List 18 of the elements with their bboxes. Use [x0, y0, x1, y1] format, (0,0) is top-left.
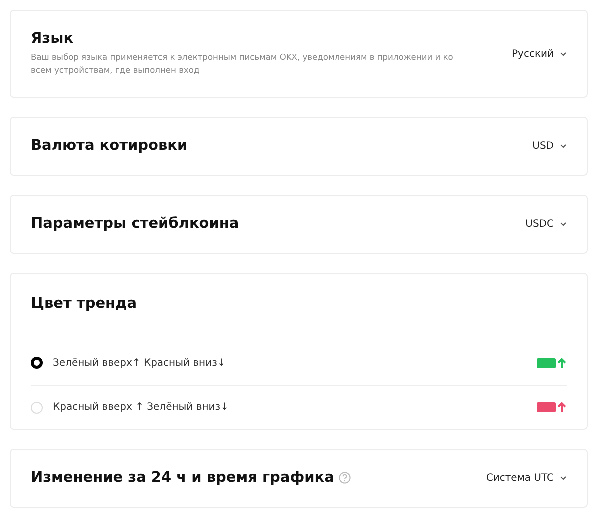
- setting-description: Ваш выбор языка применяется к электронным письмам OKX, уведомлениям в приложении и ко всем устройствам, где выполнен вход: [31, 51, 454, 78]
- setting-title: Язык: [31, 30, 75, 48]
- setting-title: Изменение за 24 ч и время графика: [31, 470, 352, 488]
- setting-title: Цвет тренда: [31, 295, 138, 314]
- option-label: Зелёный вверх↑ Красный вниз↓: [53, 356, 227, 371]
- caret-icon: [560, 52, 567, 56]
- setting-title: Валюта котировки: [31, 138, 188, 156]
- setting-dropdown[interactable]: USDC: [526, 217, 567, 232]
- setting-dropdown[interactable]: Система UTC: [486, 471, 567, 486]
- caret-icon: [560, 476, 567, 482]
- help-icon[interactable]: [339, 472, 352, 484]
- setting-dropdown[interactable]: USD: [532, 139, 567, 154]
- setting-title: Параметры стейблкоина: [31, 216, 240, 234]
- radio-button[interactable]: [31, 357, 43, 370]
- setting-dropdown[interactable]: Русский: [512, 46, 567, 62]
- caret-icon: [560, 222, 567, 227]
- caret-icon: [560, 144, 567, 149]
- option-label: Красный вверх ↑ Зелёный вниз↓: [53, 401, 230, 416]
